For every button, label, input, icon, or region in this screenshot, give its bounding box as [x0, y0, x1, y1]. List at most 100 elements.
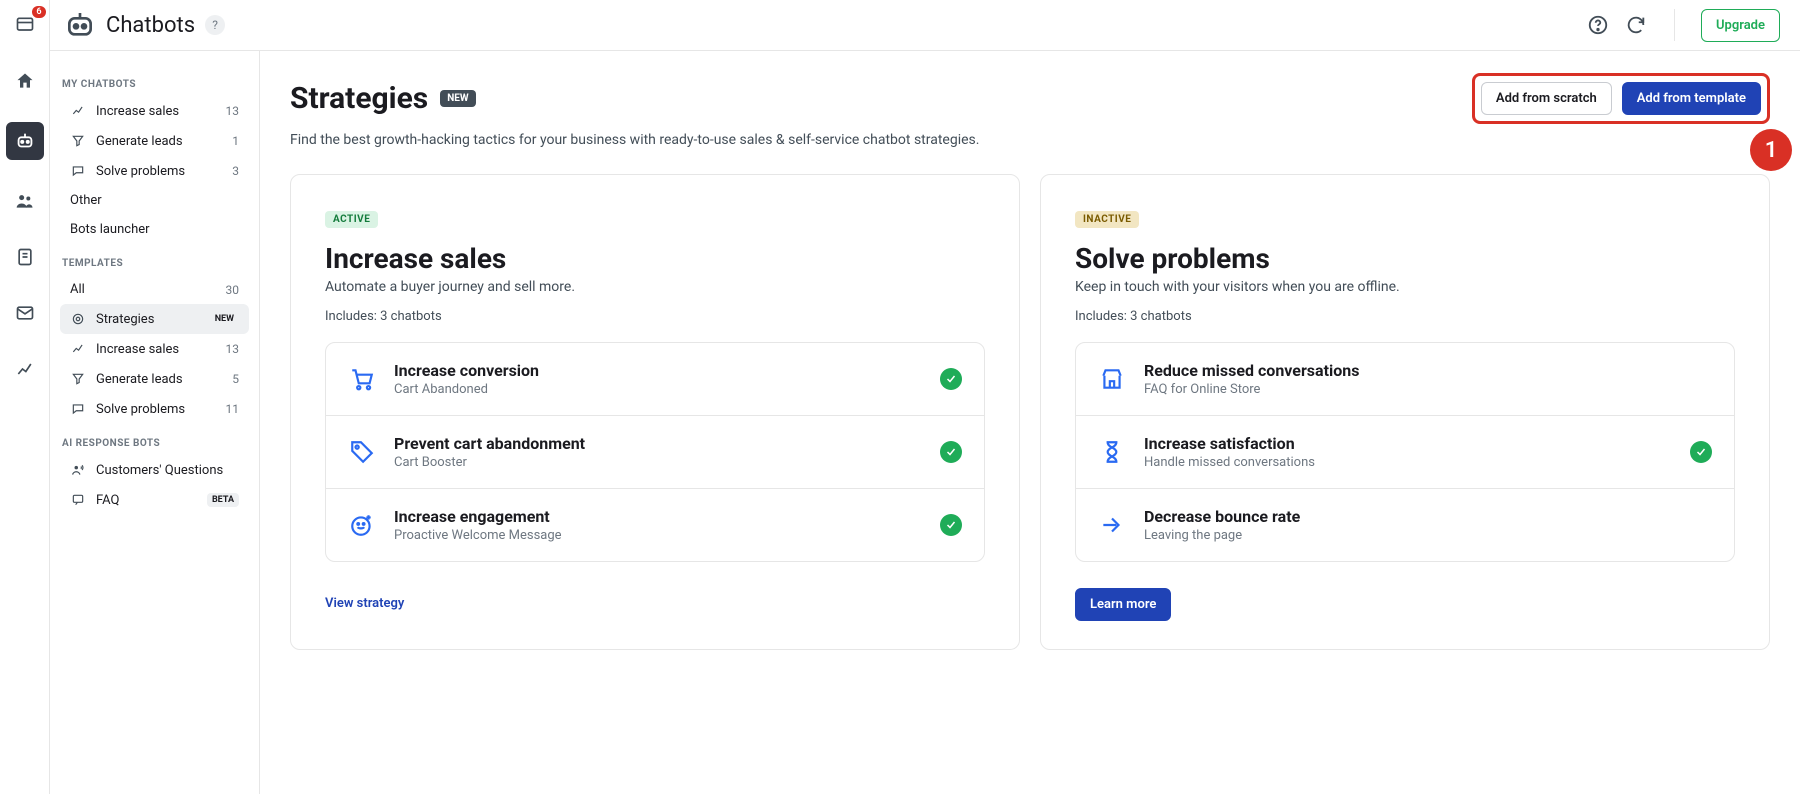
sidebar-item-label: Increase sales — [96, 104, 179, 119]
sidebar-header-aibots: AI RESPONSE BOTS — [62, 438, 249, 449]
check-icon — [940, 514, 962, 536]
cart-icon — [348, 365, 376, 393]
sidebar-item-count: 30 — [226, 283, 240, 297]
sidebar-item-tpl-solve-problems[interactable]: Solve problems 11 — [60, 394, 249, 424]
rail-contacts[interactable] — [10, 186, 40, 216]
sidebar-item-bots-launcher[interactable]: Bots launcher — [60, 215, 249, 244]
note-icon — [15, 247, 35, 267]
strategy-card-increase-sales: ACTIVE Increase sales Automate a buyer j… — [290, 174, 1020, 650]
upgrade-button[interactable]: Upgrade — [1701, 9, 1780, 42]
tag-icon — [348, 438, 376, 466]
item-sub: Cart Booster — [394, 455, 922, 470]
rail-analytics[interactable] — [10, 354, 40, 384]
card-desc: Automate a buyer journey and sell more. — [325, 279, 985, 295]
sidebar-item-tpl-generate-leads[interactable]: Generate leads 5 — [60, 364, 249, 394]
chat-icon — [70, 163, 86, 179]
strategy-card-solve-problems: INACTIVE Solve problems Keep in touch wi… — [1040, 174, 1770, 650]
topbar-divider — [1674, 9, 1675, 41]
page-app-title: Chatbots — [106, 13, 195, 38]
sidebar-item-count: 13 — [226, 104, 240, 118]
sidebar-item-all[interactable]: All 30 — [60, 275, 249, 304]
refresh-icon[interactable] — [1624, 13, 1648, 37]
add-from-template-button[interactable]: Add from template — [1622, 82, 1761, 115]
item-sub: Cart Abandoned — [394, 382, 922, 397]
sidebar-header-mychatbots: MY CHATBOTS — [62, 79, 249, 90]
nav-rail: 6 — [0, 0, 50, 794]
robot-logo-icon — [64, 9, 96, 41]
rail-chatbots[interactable] — [6, 122, 44, 160]
status-badge: ACTIVE — [325, 211, 378, 228]
help-circle-icon[interactable] — [1586, 13, 1610, 37]
strategy-item[interactable]: Decrease bounce rateLeaving the page — [1076, 489, 1734, 561]
sidebar-item-solve-problems[interactable]: Solve problems 3 — [60, 156, 249, 186]
funnel-icon — [70, 371, 86, 387]
item-title: Increase conversion — [394, 361, 922, 380]
learn-more-button[interactable]: Learn more — [1075, 588, 1171, 621]
sidebar-item-label: Solve problems — [96, 164, 185, 179]
check-icon — [1690, 441, 1712, 463]
store-icon — [1098, 365, 1126, 393]
status-badge: INACTIVE — [1075, 211, 1139, 228]
item-title: Prevent cart abandonment — [394, 434, 922, 453]
topbar: Chatbots ? Upgrade — [50, 0, 1800, 51]
people-icon — [15, 191, 35, 211]
add-from-scratch-button[interactable]: Add from scratch — [1481, 82, 1612, 115]
page-subtext: Find the best growth-hacking tactics for… — [290, 132, 1770, 148]
person-voice-icon — [70, 462, 86, 478]
sidebar-item-count: 3 — [232, 164, 239, 178]
sidebar-item-label: Strategies — [96, 312, 154, 327]
sidebar-item-count: 5 — [232, 372, 239, 386]
item-title: Reduce missed conversations — [1144, 361, 1712, 380]
strategy-item[interactable]: Increase conversion Cart Abandoned — [326, 343, 984, 416]
check-icon — [940, 441, 962, 463]
sidebar-item-label: Generate leads — [96, 372, 183, 387]
sidebar-header-templates: TEMPLATES — [62, 258, 249, 269]
sidebar-item-label: Customers' Questions — [96, 463, 223, 478]
rail-docs[interactable] — [10, 242, 40, 272]
strategy-item[interactable]: Reduce missed conversations FAQ for Onlin… — [1076, 343, 1734, 416]
rail-inbox[interactable]: 6 — [10, 10, 40, 40]
sidebar-item-label: Increase sales — [96, 342, 179, 357]
item-sub: FAQ for Online Store — [1144, 382, 1712, 397]
add-buttons-highlight: Add from scratch Add from template — [1472, 73, 1770, 124]
check-icon — [940, 368, 962, 390]
sidebar-item-count: 13 — [226, 342, 240, 356]
view-strategy-link[interactable]: View strategy — [325, 588, 404, 619]
item-sub: Handle missed conversations — [1144, 455, 1672, 470]
sidebar-item-label: All — [70, 282, 85, 297]
card-includes: Includes: 3 chatbots — [325, 309, 985, 324]
target-icon — [70, 311, 86, 327]
sidebar-item-other[interactable]: Other — [60, 186, 249, 215]
sidebar-item-strategies[interactable]: StrategiesNEW — [60, 304, 249, 334]
sidebar-item-badge: BETA — [207, 493, 239, 507]
card-title: Increase sales — [325, 242, 985, 275]
sidebar-item-label: Other — [70, 193, 102, 208]
help-icon[interactable]: ? — [205, 15, 225, 35]
sidebar-item-increase-sales[interactable]: Increase sales 13 — [60, 96, 249, 126]
card-title: Solve problems — [1075, 242, 1735, 275]
rail-badge: 6 — [32, 6, 45, 18]
strategy-item[interactable]: Prevent cart abandonment Cart Booster — [326, 416, 984, 489]
item-title: Increase satisfaction — [1144, 434, 1672, 453]
exit-arrow-icon — [1098, 511, 1126, 539]
sidebar-item-customers-questions[interactable]: Customers' Questions — [60, 455, 249, 485]
sidebar-item-generate-leads[interactable]: Generate leads1 — [60, 126, 249, 156]
strategy-item[interactable]: Increase satisfaction Handle missed conve… — [1076, 416, 1734, 489]
content: Strategies NEW Add from scratch Add from… — [260, 51, 1800, 794]
sidebar-item-label: FAQ — [96, 493, 119, 508]
funnel-icon — [70, 133, 86, 149]
hourglass-icon — [1098, 438, 1126, 466]
rail-home[interactable] — [10, 66, 40, 96]
sidebar-item-tpl-increase-sales[interactable]: Increase sales 13 — [60, 334, 249, 364]
item-sub: Proactive Welcome Message — [394, 528, 922, 543]
sidebar-item-count: 11 — [226, 402, 240, 416]
inbox-icon — [15, 15, 35, 35]
rail-mail[interactable] — [10, 298, 40, 328]
sidebar-item-count: 1 — [232, 134, 239, 148]
sidebar-item-faq[interactable]: FAQ BETA — [60, 485, 249, 515]
card-desc: Keep in touch with your visitors when yo… — [1075, 279, 1735, 295]
strategy-item[interactable]: Increase engagementProactive Welcome Mes… — [326, 489, 984, 561]
sidebar-item-label: Bots launcher — [70, 222, 150, 237]
smile-plus-icon — [348, 511, 376, 539]
sidebar-item-label: Solve problems — [96, 402, 185, 417]
